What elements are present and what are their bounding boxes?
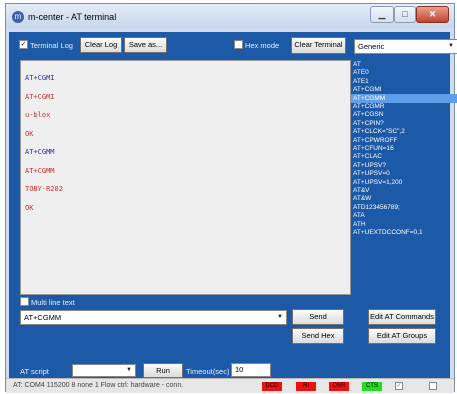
chevron-down-icon: ▼ xyxy=(277,314,283,320)
clear-log-button[interactable]: Clear Log xyxy=(80,37,122,53)
main-window: m m-center - AT terminal ▁ □ ✕ ✓ Termina… xyxy=(5,3,457,393)
status-checkbox-1[interactable]: ✓ xyxy=(395,382,403,390)
check-icon: ✓ xyxy=(20,41,27,48)
at-command-list[interactable]: AT ATE0 ATE1 AT+CGMI AT+CGMM AT+CGMR AT+CGSN AT… xyxy=(351,60,457,270)
title-bar: m m-center - AT terminal ▁ □ ✕ xyxy=(6,4,454,28)
at-command-item[interactable]: AT+UEXTDCCONF=0,1 xyxy=(351,228,457,237)
hex-mode-label: Hex mode xyxy=(245,41,280,50)
save-as-button[interactable]: Save as... xyxy=(124,37,167,53)
multi-line-label: Multi line text xyxy=(31,298,75,307)
timeout-label: Timeout(sec) xyxy=(186,367,230,376)
edit-at-commands-button[interactable]: Edit AT Commands xyxy=(368,309,436,325)
app-icon: m xyxy=(12,11,24,23)
hex-mode-checkbox[interactable] xyxy=(234,40,243,49)
send-button[interactable]: Send xyxy=(292,309,344,325)
minimize-button[interactable]: ▁ xyxy=(370,6,394,23)
status-checkbox-2[interactable] xyxy=(429,382,437,390)
terminal-output[interactable]: AT+CGMI AT+CGMI u-blox OK AT+CGMM AT+CGMM TOBY… xyxy=(20,60,351,295)
at-script-select[interactable]: ▼ xyxy=(72,364,136,377)
close-button[interactable]: ✕ xyxy=(416,6,449,23)
terminal-log-checkbox[interactable]: ✓ xyxy=(19,40,28,49)
window-title: m-center - AT terminal xyxy=(28,12,117,22)
send-hex-button[interactable]: Send Hex xyxy=(292,328,344,344)
at-script-label: AT script xyxy=(20,367,49,376)
terminal-line: AT+CGMI xyxy=(25,74,55,82)
terminal-log-label: Terminal Log xyxy=(30,41,73,50)
status-bar: AT: COM4 115200 8 none 1 Flow ctrl: hard… xyxy=(6,378,454,393)
client-area: ✓ Terminal Log Clear Log Save as... Hex … xyxy=(9,32,457,381)
chevron-down-icon: ▼ xyxy=(448,43,454,49)
terminal-line: AT+CGMI xyxy=(25,92,55,101)
ri-indicator: RI xyxy=(296,382,316,391)
run-button[interactable]: Run xyxy=(143,363,183,378)
clear-terminal-button[interactable]: Clear Terminal xyxy=(291,37,346,54)
terminal-line: OK xyxy=(25,203,34,212)
edit-at-groups-button[interactable]: Edit AT Groups xyxy=(368,328,436,344)
terminal-line: AT+CGMM xyxy=(25,166,55,175)
terminal-line: OK xyxy=(25,129,34,138)
dcd-indicator: DCD xyxy=(262,382,282,391)
device-select[interactable]: Generic ▼ xyxy=(354,39,457,54)
timeout-field[interactable]: 10 xyxy=(231,363,271,377)
multi-line-checkbox[interactable] xyxy=(20,297,29,306)
terminal-line: u-blox xyxy=(25,111,51,119)
chevron-down-icon: ▼ xyxy=(126,367,132,373)
at-command-input[interactable]: AT+CGMM ▼ xyxy=(20,310,287,325)
maximize-button[interactable]: □ xyxy=(394,6,416,23)
terminal-line: AT+CGMM xyxy=(25,148,55,156)
cts-indicator: CTS xyxy=(362,382,382,391)
terminal-line: TOBY-R202 xyxy=(25,185,63,193)
connection-status: AT: COM4 115200 8 none 1 Flow ctrl: hard… xyxy=(13,382,184,389)
dsr-indicator: DSR xyxy=(329,382,349,391)
